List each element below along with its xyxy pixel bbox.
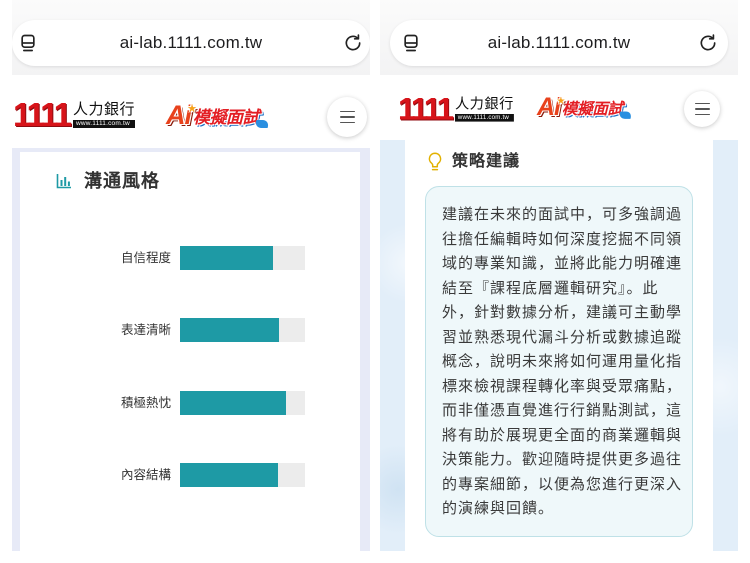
address-bar[interactable]: ai-lab.1111.com.tw	[390, 20, 728, 66]
brand-logo-side: 人力銀行 www.1111.com.tw	[72, 100, 135, 128]
bar-row-enthusiasm: 積極熱忱	[20, 391, 360, 415]
hamburger-menu-icon	[694, 102, 710, 116]
communication-style-card: 溝通風格 自信程度 表達清晰 積極熱忱 內容結構	[20, 152, 360, 551]
star-icon: ★	[187, 103, 197, 115]
strategy-advice-title: 策略建議	[452, 153, 521, 170]
bar-label: 表達清晰	[120, 323, 171, 337]
communication-style-title: 溝通風格	[84, 171, 160, 191]
lightbulb-icon	[428, 152, 442, 172]
ai-logo-ai: Ai ★	[166, 101, 197, 129]
bar-fill-clarity	[180, 318, 279, 342]
site-header: 1111 人力銀行 www.1111.com.tw Ai ★ 模擬面試	[380, 75, 738, 140]
left-screen: ai-lab.1111.com.tw 1111 人力銀行 www.1111.co…	[12, 0, 370, 551]
ai-interview-logo[interactable]: Ai ★ 模擬面試	[537, 94, 634, 120]
bar-fill-structure	[180, 463, 278, 487]
ai-interview-logo[interactable]: Ai ★ 模擬面試	[166, 101, 271, 129]
reload-icon[interactable]	[698, 33, 718, 53]
brand-logo-side: 人力銀行 www.1111.com.tw	[454, 95, 514, 122]
strategy-advice-box: 建議在未來的面試中，可多強調過 往擔任編輯時如何深度挖掘不同領 域的專業知識，並…	[425, 186, 693, 537]
ai-logo-name: 模擬面試	[193, 108, 260, 127]
brand-logo-number: 1111	[13, 96, 72, 133]
page-content: 溝通風格 自信程度 表達清晰 積極熱忱 內容結構	[12, 148, 370, 551]
bar-label: 積極熱忱	[120, 396, 171, 410]
bar-fill-confidence	[180, 246, 273, 270]
right-screen: ai-lab.1111.com.tw 1111 人力銀行 www.1111.co…	[380, 0, 738, 551]
brand-logo-name: 人力銀行	[454, 95, 514, 113]
url-text[interactable]: ai-lab.1111.com.tw	[12, 20, 370, 66]
bar-track	[180, 318, 305, 342]
brand-logo-number: 1111	[398, 91, 454, 127]
bar-track	[180, 391, 305, 415]
brand-logo-1111[interactable]: 1111 人力銀行 www.1111.com.tw	[398, 91, 514, 127]
menu-button[interactable]	[327, 97, 367, 137]
brand-logo-name: 人力銀行	[72, 101, 135, 118]
strategy-advice-text: 建議在未來的面試中，可多強調過 往擔任編輯時如何深度挖掘不同領 域的專業知識，並…	[442, 206, 683, 517]
address-bar[interactable]: ai-lab.1111.com.tw	[12, 20, 370, 66]
ai-logo-ai: Ai ★	[537, 94, 566, 120]
star-icon: ★	[556, 95, 565, 107]
menu-button[interactable]	[684, 91, 720, 127]
page-content: 策略建議 建議在未來的面試中，可多強調過 往擔任編輯時如何深度挖掘不同領 域的專…	[380, 140, 738, 551]
bar-row-confidence: 自信程度	[20, 246, 360, 270]
brand-logo-url: www.1111.com.tw	[454, 114, 514, 122]
brand-logo-url: www.1111.com.tw	[72, 120, 135, 128]
bar-fill-enthusiasm	[180, 391, 287, 415]
ai-logo-name: 模擬面試	[561, 100, 623, 118]
browser-chrome: ai-lab.1111.com.tw	[12, 0, 370, 75]
bar-label: 自信程度	[120, 251, 171, 265]
bar-chart-icon	[56, 173, 72, 189]
url-text[interactable]: ai-lab.1111.com.tw	[390, 20, 728, 66]
bar-row-clarity: 表達清晰	[20, 318, 360, 342]
brand-logo-1111[interactable]: 1111 人力銀行 www.1111.com.tw	[13, 96, 135, 133]
bar-label: 內容結構	[120, 468, 171, 482]
bar-track	[180, 463, 305, 487]
bar-row-structure: 內容結構	[20, 463, 360, 487]
hamburger-menu-icon	[339, 110, 355, 124]
browser-chrome: ai-lab.1111.com.tw	[380, 0, 738, 75]
site-header: 1111 人力銀行 www.1111.com.tw Ai ★ 模擬面試	[12, 75, 370, 148]
reload-icon[interactable]	[343, 33, 363, 53]
bar-track	[180, 246, 305, 270]
strategy-advice-card: 策略建議 建議在未來的面試中，可多強調過 往擔任編輯時如何深度挖掘不同領 域的專…	[405, 140, 713, 551]
